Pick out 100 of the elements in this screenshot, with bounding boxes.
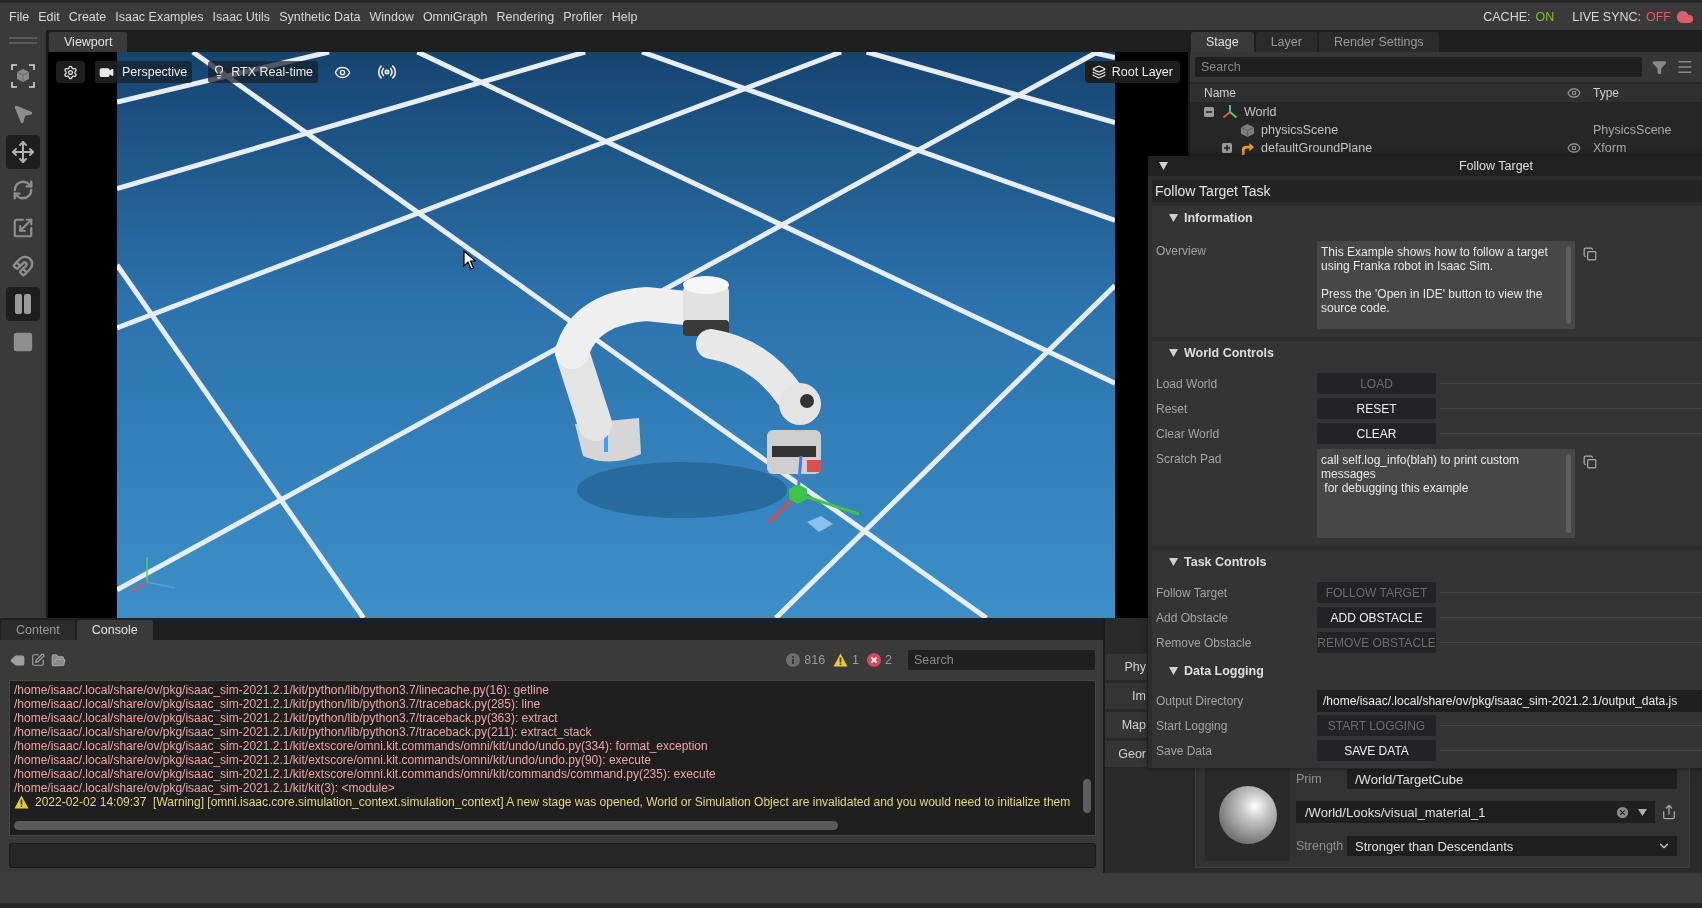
- action-button[interactable]: ADD OBSTACLE: [1317, 607, 1436, 628]
- warning-icon: [833, 653, 849, 667]
- frame-cube-icon: [11, 64, 35, 88]
- plus-box-icon[interactable]: [1222, 143, 1232, 153]
- log-line: /home/isaac/.local/share/ov/pkg/isaac_sim-2021.2.1/kit/extscore/omni.kit.commands/omni/kit/undo/undo.py(334): format_exception: [14, 739, 709, 753]
- minus-box-icon[interactable]: [1204, 107, 1214, 117]
- tree-item-label[interactable]: defaultGroundPlane: [1261, 141, 1373, 155]
- field-label: Start Logging: [1156, 718, 1229, 733]
- menu-item[interactable]: Isaac Utils: [212, 9, 271, 24]
- tree-item-label[interactable]: physicsScene: [1261, 123, 1339, 137]
- column-header: Name: [1203, 86, 1237, 100]
- count-label: 816: [804, 653, 826, 667]
- caret-icon[interactable]: [1638, 808, 1647, 816]
- log-line: /home/isaac/.local/share/ov/pkg/isaac_sim-2021.2.1/kit/extscore/omni.kit.commands/omni/kit/commands/command.py(235): execute: [14, 767, 717, 781]
- menu-item[interactable]: File: [9, 9, 30, 24]
- move-arrows-icon: [11, 140, 35, 164]
- strength-dropdown[interactable]: Stronger than Descendants: [1347, 836, 1677, 856]
- log-line: /home/isaac/.local/share/ov/pkg/isaac_sim-2021.2.1/kit/python/lib/python3.7/traceback.py(285): line: [14, 697, 542, 711]
- pencil-note-icon[interactable]: [31, 653, 45, 667]
- log-line: /home/isaac/.local/share/ov/pkg/isaac_sim-2021.2.1/kit/python/lib/python3.7/traceback.py(363): extract: [14, 711, 559, 725]
- menu-item[interactable]: Synthetic Data: [279, 9, 361, 24]
- log-line: /home/isaac/.local/share/ov/pkg/isaac_sim-2021.2.1/kit/kit(3): <module>: [14, 781, 396, 795]
- filter-icon[interactable]: [1651, 59, 1667, 75]
- section-header[interactable]: Task Controls: [1152, 550, 1267, 574]
- clear-icon[interactable]: [1615, 804, 1630, 820]
- search-field[interactable]: Search: [1195, 57, 1642, 77]
- menu-item[interactable]: Rendering: [496, 9, 555, 24]
- layers-icon: [1091, 65, 1106, 79]
- side-button[interactable]: Map: [1105, 712, 1147, 738]
- path-field[interactable]: /home/isaac/.local/share/ov/pkg/isaac_sim-2021.2.1/output_data.js: [1317, 689, 1702, 712]
- copy-icon[interactable]: [1583, 247, 1597, 261]
- mouse-cursor-icon: [463, 250, 476, 270]
- move-tool-button[interactable]: [6, 135, 40, 169]
- scrollbar-thumb[interactable]: [1083, 779, 1091, 813]
- action-button[interactable]: SAVE DATA: [1317, 740, 1436, 761]
- log-line: /home/isaac/.local/share/ov/pkg/isaac_sim-2021.2.1/kit/python/lib/python3.7/traceback.py(211): extract_stack: [14, 725, 593, 739]
- field-label: Load World: [1156, 376, 1219, 391]
- text-area[interactable]: This Example shows how to follow a target using Franka robot in Isaac Sim. Press the 'Open in IDE' button to view the source code.: [1317, 241, 1575, 329]
- field-label: Prim: [1296, 772, 1323, 786]
- panel-tab[interactable]: Stage: [1191, 32, 1254, 52]
- field-label: Strength: [1296, 839, 1341, 853]
- log-line: /home/isaac/.local/share/ov/pkg/isaac_sim-2021.2.1/kit/python/lib/python3.7/linecache.py(16): getline: [14, 683, 550, 697]
- prim-field[interactable]: /World/TargetCube: [1347, 769, 1677, 789]
- side-button[interactable]: Phy: [1105, 654, 1147, 680]
- copy-icon[interactable]: [1583, 455, 1597, 469]
- material-field[interactable]: /World/Looks/visual_material_1: [1296, 801, 1655, 823]
- viewport-tab[interactable]: Viewport: [49, 32, 128, 52]
- panel-tab[interactable]: Console: [76, 620, 153, 640]
- backspace-icon[interactable]: [10, 652, 25, 668]
- command-input[interactable]: [9, 843, 1096, 868]
- side-button[interactable]: Im: [1105, 683, 1147, 709]
- search-field[interactable]: Search: [908, 650, 1095, 670]
- action-button[interactable]: RESET: [1317, 398, 1436, 419]
- text-area[interactable]: call self.log_info(blah) to print custom messages for debugging this example: [1317, 449, 1575, 538]
- log-line: 2022-02-02 14:09:37 [Warning] [omni.isaac.core.simulation_context.simulation_context] A new stage was opened, World or Simulation Object are invalidated and you would need to initialize them: [35, 795, 1071, 809]
- renderer-button[interactable]: RTX Real-time: [208, 61, 319, 83]
- panel-tab[interactable]: Render Settings: [1318, 32, 1439, 52]
- section-header[interactable]: Information: [1152, 206, 1253, 230]
- menu-item[interactable]: Create: [68, 9, 107, 24]
- root-layer-button[interactable]: Root Layer: [1084, 61, 1180, 83]
- menu-item[interactable]: OmniGraph: [422, 9, 488, 24]
- section-header[interactable]: World Controls: [1152, 341, 1275, 365]
- error-icon: [867, 653, 882, 667]
- pause-tool-button[interactable]: [6, 287, 40, 321]
- pointer-icon: [12, 103, 34, 125]
- field-label: Overview: [1156, 243, 1207, 258]
- export-icon[interactable]: [1661, 804, 1677, 820]
- field-label: Remove Obstacle: [1156, 635, 1253, 650]
- menu-icon[interactable]: [1676, 58, 1694, 76]
- scale-icon: [12, 217, 34, 239]
- count-label: 2: [885, 653, 892, 667]
- warning-icon: [14, 795, 29, 809]
- count-label: 1: [852, 653, 860, 667]
- status-label: LIVE SYNC:: [1572, 9, 1641, 24]
- task-title: Follow Target Task: [1152, 180, 1702, 202]
- camera-button[interactable]: Perspective: [95, 61, 193, 83]
- cube-icon: [1240, 122, 1255, 138]
- magnet-icon: [12, 255, 34, 277]
- side-button[interactable]: Geor: [1105, 741, 1147, 767]
- panel-tab[interactable]: Layer: [1255, 32, 1317, 52]
- menu-item[interactable]: Profiler: [563, 9, 603, 24]
- collapse-triangle-icon[interactable]: [1159, 162, 1168, 170]
- visibility-eye-icon[interactable]: [1567, 141, 1581, 155]
- field-label: Add Obstacle: [1156, 610, 1230, 625]
- rotate-icon: [12, 179, 34, 201]
- scrollbar-thumb[interactable]: [14, 821, 838, 830]
- panel-tab[interactable]: Content: [1, 620, 75, 640]
- tree-item-label[interactable]: World: [1244, 105, 1277, 119]
- menu-item[interactable]: Edit: [38, 9, 60, 24]
- section-header[interactable]: Data Logging: [1152, 659, 1264, 683]
- field-label: Output Directory: [1156, 693, 1245, 708]
- window-title: Follow Target: [1458, 159, 1534, 173]
- action-button[interactable]: CLEAR: [1317, 423, 1436, 444]
- menu-item[interactable]: Help: [611, 9, 638, 24]
- menu-item[interactable]: Isaac Examples: [115, 9, 204, 24]
- settings-button[interactable]: [56, 61, 85, 83]
- folder-icon[interactable]: [51, 652, 66, 668]
- grip-handle-icon[interactable]: [9, 36, 37, 46]
- status-value: OFF: [1646, 9, 1671, 24]
- menu-item[interactable]: Window: [369, 9, 414, 24]
